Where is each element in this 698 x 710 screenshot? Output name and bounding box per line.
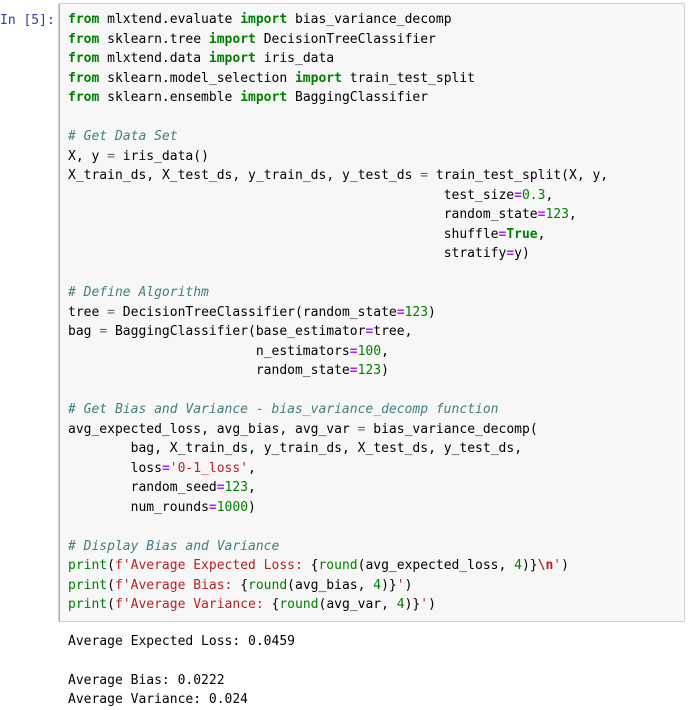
code-cell[interactable]: In [5]: from mlxtend.evaluate import bia…	[0, 0, 698, 622]
cell-prompt-label: In [5]:	[0, 13, 55, 28]
code-input-area[interactable]: from mlxtend.evaluate import bias_varian…	[58, 3, 685, 622]
notebook: In [5]: from mlxtend.evaluate import bia…	[0, 0, 698, 710]
code-editor[interactable]: from mlxtend.evaluate import bias_varian…	[59, 10, 684, 615]
stdout-output: Average Expected Loss: 0.0459 Average Bi…	[68, 633, 295, 708]
cell-output-area: Average Expected Loss: 0.0459 Average Bi…	[0, 622, 698, 710]
